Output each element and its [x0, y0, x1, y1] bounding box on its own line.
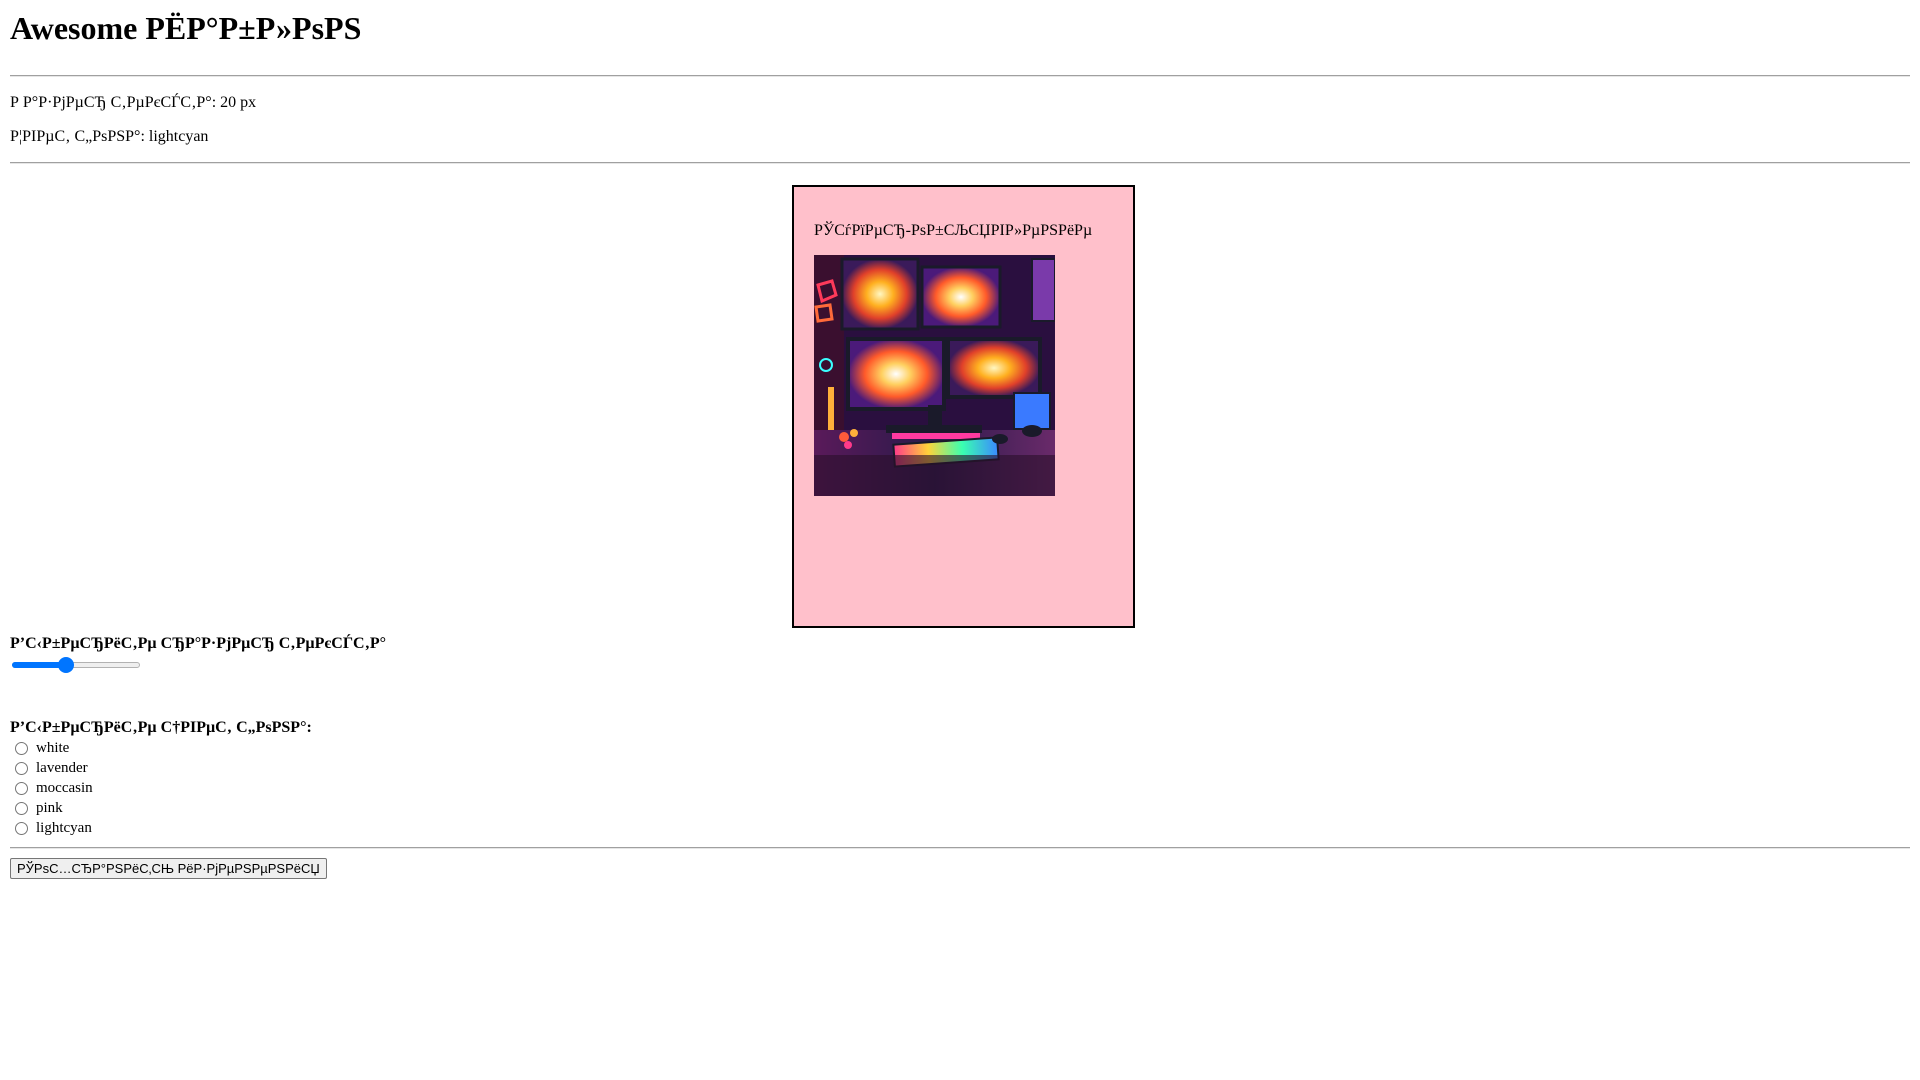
gaming-setup-illustration	[814, 255, 1055, 496]
preview-area: РЎСѓРїРµСЂ-РѕР±СЉСЏРІР»РµРЅРёРµ	[10, 164, 1910, 634]
page: Awesome РЁР°Р±Р»РѕРЅ Р Р°Р·РјРµСЂ С‚РµРє…	[0, 0, 1920, 1080]
radio-button[interactable]	[15, 821, 28, 835]
page-title: Awesome РЁР°Р±Р»РѕРЅ	[10, 10, 362, 46]
radio-label: pink	[36, 799, 63, 816]
text-size-label: Р’С‹Р±РµСЂРёС‚Рµ СЂР°Р·РјРµСЂ С‚РµРєСЃС‚…	[10, 635, 387, 652]
gaming-setup-image	[814, 255, 1055, 496]
ad-preview-text: РЎСѓРїРµСЂ-РѕР±СЉСЏРІР»РµРЅРёРµ	[814, 222, 1093, 239]
radio-button[interactable]	[15, 761, 28, 775]
divider-top	[10, 75, 1910, 77]
background-color-info: Р¦РІРµС‚ С„РѕРЅР°: lightcyan	[10, 128, 209, 145]
radio-option-moccasin[interactable]: moccasin	[10, 778, 1910, 798]
radio-option-lightcyan[interactable]: lightcyan	[10, 818, 1910, 838]
save-changes-button[interactable]: РЎРѕС…СЂР°РЅРёС‚СЊ РёР·РјРµРЅРµРЅРёСЏ	[10, 858, 327, 879]
text-size-slider[interactable]	[12, 654, 144, 674]
ad-preview-card: РЎСѓРїРµСЂ-РѕР±СЉСЏРІР»РµРЅРёРµ	[792, 185, 1135, 628]
background-color-label: Р’С‹Р±РµСЂРёС‚Рµ С†РІРµС‚ С„РѕРЅР°:	[10, 719, 312, 736]
radio-label: moccasin	[36, 779, 93, 796]
radio-option-pink[interactable]: pink	[10, 798, 1910, 818]
radio-button[interactable]	[15, 801, 28, 815]
radio-label: white	[36, 739, 70, 756]
radio-button[interactable]	[15, 781, 28, 795]
background-color-options: white lavender moccasin pink lightcyan	[10, 738, 1910, 838]
font-size-info: Р Р°Р·РјРµСЂ С‚РµРєСЃС‚Р°: 20 px	[10, 94, 257, 111]
radio-button[interactable]	[15, 741, 28, 755]
radio-option-white[interactable]: white	[10, 738, 1910, 758]
radio-option-lavender[interactable]: lavender	[10, 758, 1910, 778]
radio-label: lavender	[36, 759, 88, 776]
radio-label: lightcyan	[36, 819, 92, 836]
slider-thumb[interactable]	[57, 657, 74, 673]
divider-bottom	[10, 847, 1910, 849]
